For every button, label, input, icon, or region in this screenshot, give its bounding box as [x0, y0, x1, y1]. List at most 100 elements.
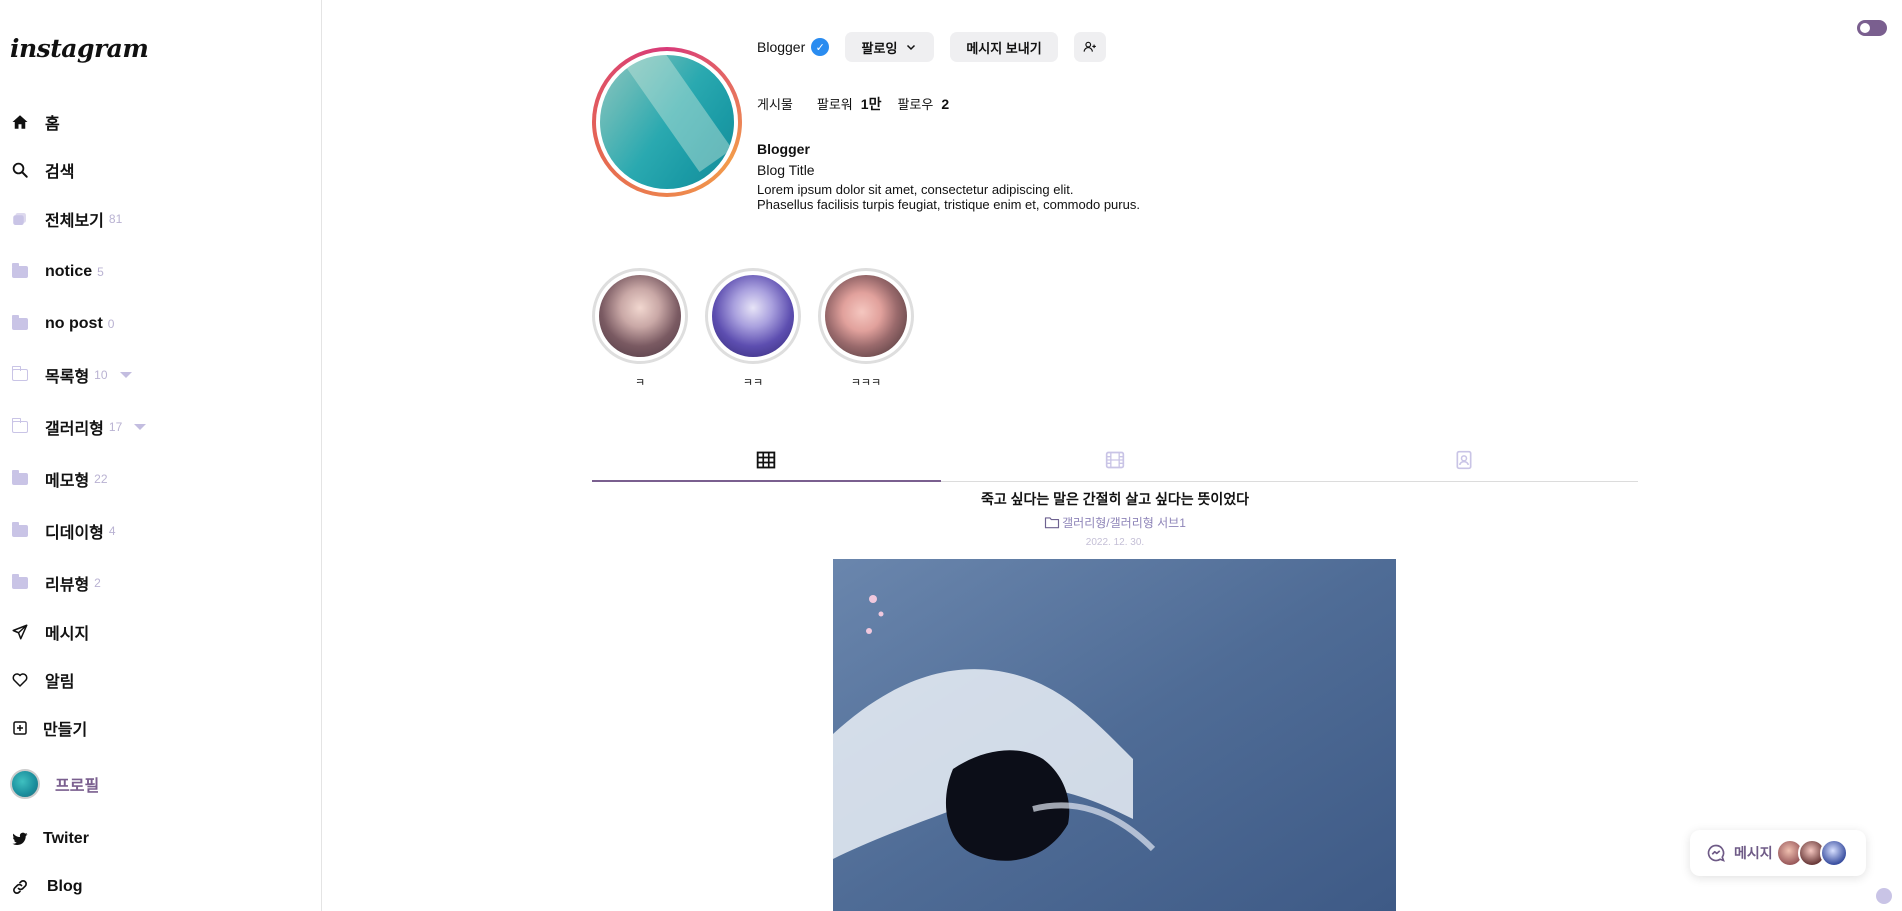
nav-home[interactable]: 홈	[10, 109, 60, 135]
floating-messages-label: 메시지	[1734, 845, 1773, 861]
category-count: 10	[94, 368, 108, 382]
id-badge-icon	[1454, 450, 1474, 470]
following-stat[interactable]: 팔로우 2	[897, 94, 949, 114]
highlight-image	[825, 275, 907, 357]
scroll-top-icon[interactable]	[1876, 888, 1892, 904]
folder-outline-icon	[11, 418, 28, 433]
avatar	[1820, 839, 1848, 867]
caret-down-icon[interactable]	[119, 372, 132, 378]
profile-username: Blogger	[757, 39, 806, 55]
following-value: 2	[941, 96, 950, 112]
category-notice[interactable]: notice 5	[10, 259, 104, 285]
post-image[interactable]	[833, 559, 1396, 911]
folder-icon	[12, 574, 28, 589]
highlight-label: ㅋㅋ	[742, 377, 764, 389]
add-user-icon	[1083, 40, 1097, 54]
caret-down-icon[interactable]	[134, 424, 147, 430]
category-count: 2	[94, 576, 101, 590]
followers-label: 팔로워	[816, 97, 853, 112]
category-count: 5	[97, 265, 104, 279]
post-date: 2022. 12. 30.	[1085, 537, 1145, 548]
sidebar: instagram 홈 검색 전체보기 81 notice 5 no post …	[0, 0, 322, 911]
bio-name: Blogger	[757, 141, 810, 157]
avatar	[10, 769, 40, 799]
nav-create[interactable]: 만들기	[10, 715, 87, 741]
link-twitter-label: Twiter	[43, 830, 89, 847]
floating-messages-button[interactable]: 메시지	[1690, 830, 1866, 876]
nav-profile[interactable]: 프로필	[10, 768, 99, 800]
folder-icon	[12, 263, 28, 278]
category-count: 17	[108, 420, 123, 434]
nav-messages-label: 메시지	[45, 626, 90, 643]
wave-illustration	[833, 559, 1396, 911]
tab-posts[interactable]	[592, 438, 941, 482]
category-gallery-type[interactable]: 갤러리형 17	[10, 414, 147, 440]
instagram-logo[interactable]: instagram	[10, 34, 149, 63]
nav-home-label: 홈	[45, 116, 60, 133]
home-icon	[10, 112, 30, 132]
tab-tagged[interactable]	[1289, 438, 1638, 481]
category-label: 전체보기	[45, 213, 104, 230]
nav-notifications[interactable]: 알림	[10, 667, 74, 693]
link-blog[interactable]: Blog	[10, 874, 83, 900]
nav-search[interactable]: 검색	[10, 157, 74, 183]
category-count: 4	[108, 524, 116, 538]
category-memo-type[interactable]: 메모형 22	[10, 466, 108, 492]
link-twitter[interactable]: Twiter	[10, 826, 89, 852]
category-label: 리뷰형	[45, 577, 90, 594]
highlight-label: ㅋ	[634, 377, 646, 389]
link-blog-label: Blog	[47, 878, 83, 895]
highlight-image	[712, 275, 794, 357]
folder-icon	[12, 522, 28, 537]
chevron-down-icon	[905, 41, 917, 53]
story-highlight[interactable]: ㅋㅋ	[705, 268, 801, 390]
profile-stats: 게시물 팔로워 1만 팔로우 2	[757, 94, 949, 114]
post-title[interactable]: 죽고 싶다는 말은 간절히 살고 싶다는 뜻이었다	[592, 489, 1638, 509]
following-button-label: 팔로잉	[861, 40, 898, 56]
nav-messages[interactable]: 메시지	[10, 619, 89, 645]
category-label: 목록형	[45, 369, 90, 386]
plus-square-icon	[10, 718, 30, 738]
following-label: 팔로우	[897, 97, 934, 112]
dark-mode-toggle[interactable]	[1857, 20, 1887, 36]
followers-value: 1만	[860, 96, 882, 112]
twitter-icon	[10, 829, 30, 849]
folder-outline-icon	[11, 366, 28, 381]
category-label: no post	[45, 315, 103, 332]
category-no-post[interactable]: no post 0	[10, 311, 114, 337]
category-list-type[interactable]: 목록형 10	[10, 362, 132, 388]
following-button[interactable]: 팔로잉	[845, 32, 934, 62]
posts-stat[interactable]: 게시물	[757, 94, 793, 114]
film-icon	[1105, 450, 1125, 470]
post-category[interactable]: 갤러리형/갤러리형 서브1	[592, 514, 1638, 531]
bio-line: Lorem ipsum dolor sit amet, consectetur …	[757, 182, 1074, 197]
chat-bubble-icon	[1706, 843, 1726, 863]
story-highlight[interactable]: ㅋㅋㅋ	[818, 268, 914, 390]
nav-profile-label: 프로필	[55, 778, 100, 795]
tab-reels[interactable]	[941, 438, 1290, 481]
story-highlight[interactable]: ㅋ	[592, 268, 688, 390]
suggest-user-button[interactable]	[1074, 32, 1106, 62]
category-count: 22	[94, 472, 108, 486]
folder-icon	[12, 470, 28, 485]
highlight-label: ㅋㅋㅋ	[850, 377, 882, 389]
bio-title: Blog Title	[757, 162, 815, 178]
grid-icon	[756, 450, 776, 470]
post-category-label: 갤러리형/갤러리형 서브1	[1062, 516, 1186, 530]
bio-description: Lorem ipsum dolor sit amet, consectetur …	[757, 182, 1140, 212]
heart-icon	[10, 670, 30, 690]
category-review-type[interactable]: 리뷰형 2	[10, 570, 101, 596]
category-label: 메모형	[45, 473, 90, 490]
profile-tabs	[592, 438, 1638, 482]
followers-stat[interactable]: 팔로워 1만	[817, 94, 882, 114]
category-dday-type[interactable]: 디데이형 4	[10, 518, 116, 544]
category-count: 0	[107, 317, 115, 331]
send-message-button[interactable]: 메시지 보내기	[950, 32, 1058, 62]
category-all[interactable]: 전체보기 81	[10, 206, 122, 232]
highlight-image	[599, 275, 681, 357]
profile-picture[interactable]	[592, 47, 742, 197]
verified-badge-icon: ✓	[811, 38, 830, 56]
folder-outline-icon	[1044, 516, 1060, 529]
paper-plane-icon	[10, 622, 30, 642]
folder-icon	[12, 315, 28, 330]
